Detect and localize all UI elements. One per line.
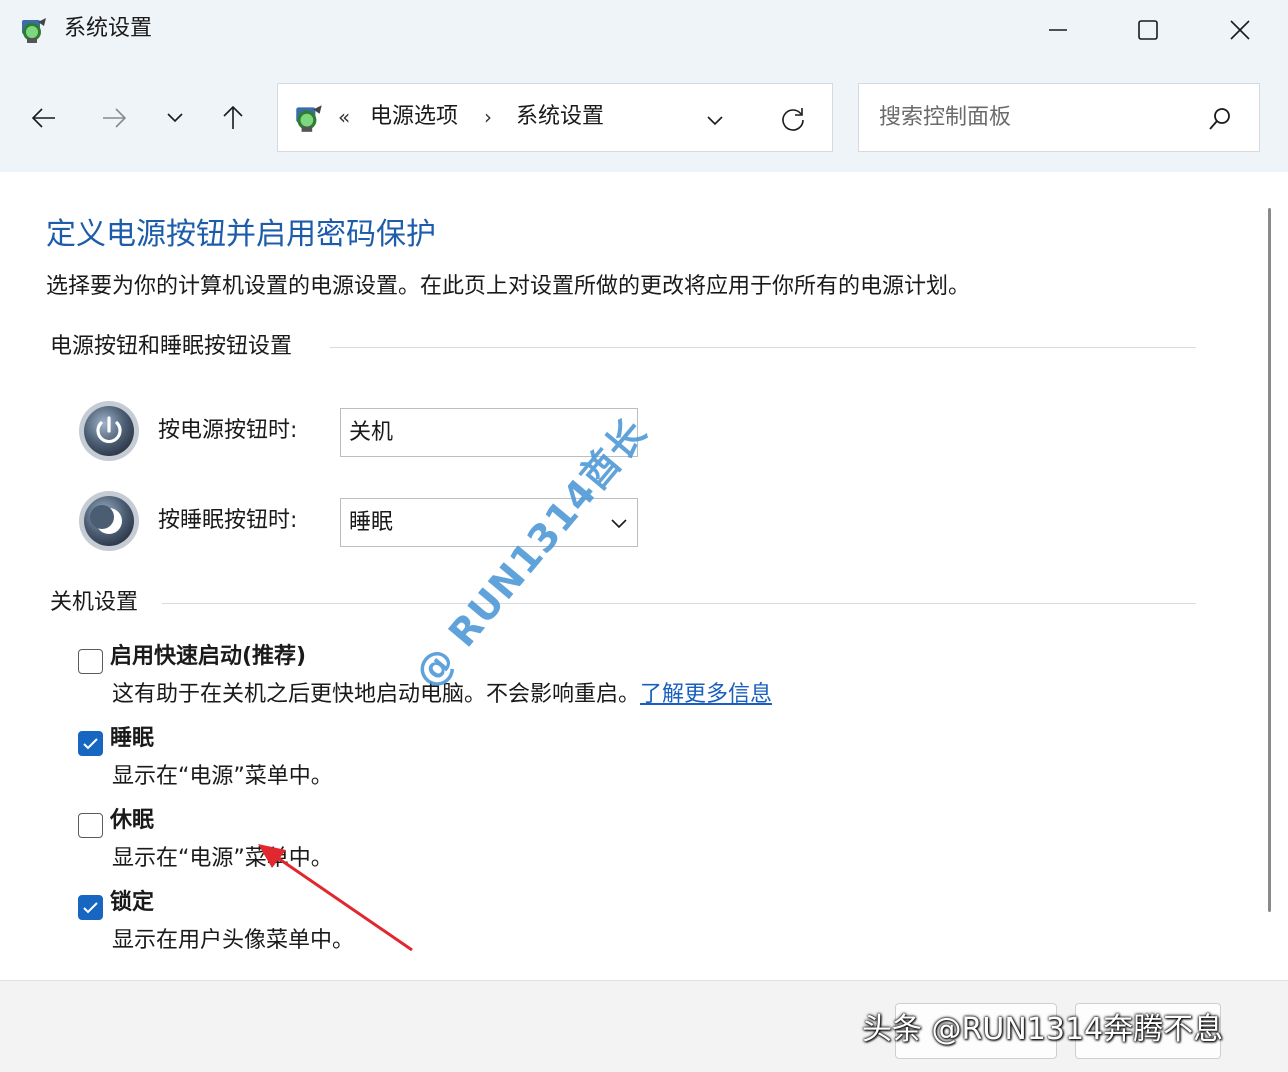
title-bar: 系统设置 <box>0 0 1288 62</box>
page-title: 定义电源按钮并启用密码保护 <box>46 217 436 252</box>
lock-checkbox[interactable] <box>78 895 103 920</box>
checkmark-icon <box>83 738 98 750</box>
breadcrumb-system-settings[interactable]: 系统设置 <box>516 102 604 132</box>
power-buttons-section-heading: 电源按钮和睡眠按钮设置 <box>50 334 293 359</box>
breadcrumb-separator[interactable]: › <box>484 102 492 132</box>
bottom-bar: 头条 @RUN1314奔腾不息 <box>0 980 1288 1072</box>
sleep-button-label: 按睡眠按钮时: <box>158 508 298 533</box>
search-box[interactable]: 搜索控制面板 <box>858 83 1260 152</box>
sleep-label[interactable]: 睡眠 <box>110 724 154 754</box>
refresh-button[interactable] <box>780 106 806 136</box>
power-button-action-value: 关机 <box>349 420 394 445</box>
checkmark-icon <box>83 902 98 914</box>
chevron-down-icon <box>609 513 629 533</box>
search-icon[interactable] <box>1207 106 1233 132</box>
power-options-app-icon <box>18 14 50 46</box>
power-options-location-icon <box>292 101 326 135</box>
hibernate-checkbox[interactable] <box>78 813 103 838</box>
maximize-button[interactable] <box>1118 8 1178 52</box>
fast-startup-desc-text: 这有助于在关机之后更快地启动电脑。不会影响重启。 <box>112 682 641 707</box>
minimize-icon <box>1049 29 1067 31</box>
breadcrumb-overflow[interactable]: « <box>338 102 350 132</box>
source-credit: 头条 @RUN1314奔腾不息 <box>862 1012 1224 1047</box>
learn-more-link[interactable]: 了解更多信息 <box>640 682 772 707</box>
fast-startup-label[interactable]: 启用快速启动(推荐) <box>110 642 306 672</box>
sleep-description: 显示在“电源”菜单中。 <box>112 764 333 789</box>
page-description: 选择要为你的计算机设置的电源设置。在此页上对设置所做的更改将应用于你所有的电源计… <box>46 274 971 299</box>
scrollbar[interactable] <box>1258 176 1288 972</box>
hibernate-label[interactable]: 休眠 <box>110 806 154 836</box>
close-icon <box>1230 20 1250 40</box>
sleep-checkbox[interactable] <box>78 731 103 756</box>
arrow-left-icon <box>31 108 55 128</box>
fast-startup-checkbox[interactable] <box>78 649 103 674</box>
close-button[interactable] <box>1210 8 1270 52</box>
scrollbar-thumb[interactable] <box>1268 208 1271 912</box>
minimize-button[interactable] <box>1028 8 1088 52</box>
annotation-arrow <box>250 840 420 964</box>
chevron-down-icon <box>167 113 183 123</box>
forward-button[interactable] <box>94 98 134 138</box>
address-bar[interactable]: « 电源选项 › 系统设置 <box>277 83 833 152</box>
up-button[interactable] <box>213 98 253 138</box>
lock-label[interactable]: 锁定 <box>110 888 154 918</box>
section-divider <box>162 603 1196 604</box>
chevron-down-icon <box>707 116 723 126</box>
breadcrumb-power-options[interactable]: 电源选项 <box>370 102 458 132</box>
power-button-icon <box>78 400 140 462</box>
section-divider <box>330 347 1196 348</box>
arrow-right-icon <box>103 108 127 128</box>
back-button[interactable] <box>24 98 64 138</box>
power-button-label: 按电源按钮时: <box>158 418 298 443</box>
arrow-up-icon <box>223 105 243 129</box>
content-pane: 定义电源按钮并启用密码保护 选择要为你的计算机设置的电源设置。在此页上对设置所做… <box>0 172 1288 980</box>
maximize-icon <box>1138 20 1158 40</box>
search-input[interactable]: 搜索控制面板 <box>879 103 1011 133</box>
shutdown-section-heading: 关机设置 <box>50 590 139 615</box>
sleep-button-icon <box>78 490 140 552</box>
recent-locations-button[interactable] <box>155 98 195 138</box>
refresh-icon <box>782 108 804 131</box>
sleep-button-action-value: 睡眠 <box>349 510 394 535</box>
navigation-bar: « 电源选项 › 系统设置 搜索控制面板 <box>0 62 1288 172</box>
window-title: 系统设置 <box>64 16 153 41</box>
address-history-dropdown[interactable] <box>706 112 724 131</box>
